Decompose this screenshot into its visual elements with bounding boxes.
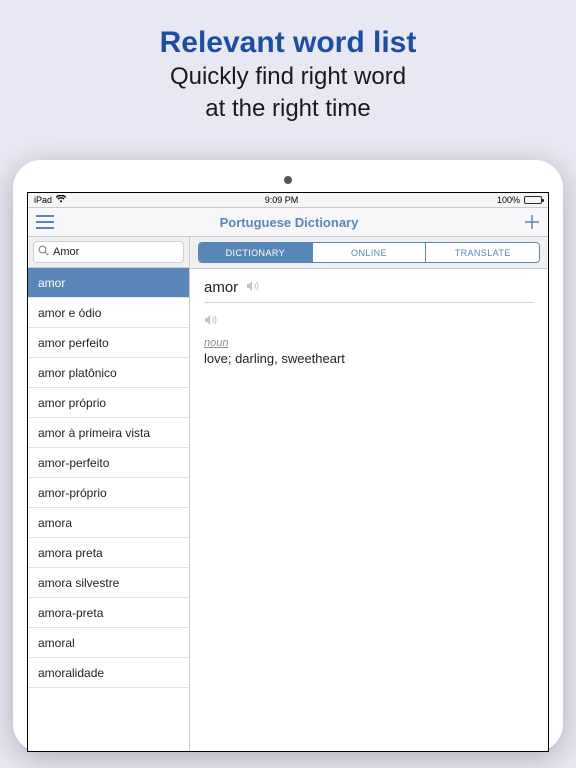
word-list[interactable]: amoramor e ódioamor perfeitoamor platôni… <box>28 268 189 751</box>
speaker-icon[interactable] <box>246 279 260 296</box>
headword: amor <box>204 279 238 296</box>
wifi-icon <box>56 195 66 205</box>
navbar: Portuguese Dictionary <box>28 207 548 237</box>
main-panel: DICTIONARY ONLINE TRANSLATE amor <box>190 237 548 751</box>
tab-online[interactable]: ONLINE <box>312 243 426 262</box>
promo-subtitle-1: Quickly find right word <box>0 62 576 92</box>
definition-panel: amor noun love; darling, sweetheart <box>190 269 548 376</box>
list-item[interactable]: amor-perfeito <box>28 448 189 478</box>
list-item[interactable]: amora-preta <box>28 598 189 628</box>
speaker-icon-secondary[interactable] <box>204 313 218 330</box>
app-title: Portuguese Dictionary <box>220 215 359 230</box>
battery-icon <box>524 196 542 204</box>
tab-translate[interactable]: TRANSLATE <box>425 243 539 262</box>
promo-subtitle-2: at the right time <box>0 94 576 124</box>
search-icon <box>38 245 49 259</box>
list-item[interactable]: amora silvestre <box>28 568 189 598</box>
list-item[interactable]: amora <box>28 508 189 538</box>
screen: iPad 9:09 PM 100% Portuguese Dictionary <box>27 192 549 752</box>
segmented-control[interactable]: DICTIONARY ONLINE TRANSLATE <box>198 242 540 263</box>
search-input[interactable] <box>53 246 195 258</box>
list-item[interactable]: amor perfeito <box>28 328 189 358</box>
list-item[interactable]: amoralidade <box>28 658 189 688</box>
list-item[interactable]: amoral <box>28 628 189 658</box>
tab-dictionary[interactable]: DICTIONARY <box>199 243 312 262</box>
list-item[interactable]: amor e ódio <box>28 298 189 328</box>
promo-title: Relevant word list <box>0 26 576 60</box>
list-item[interactable]: amor à primeira vista <box>28 418 189 448</box>
ipad-camera <box>284 176 292 184</box>
list-item[interactable]: amor-próprio <box>28 478 189 508</box>
list-item[interactable]: amora preta <box>28 538 189 568</box>
list-item[interactable]: amor <box>28 268 189 298</box>
definition-text: love; darling, sweetheart <box>204 351 534 366</box>
carrier-label: iPad <box>34 195 52 205</box>
search-bar <box>28 237 189 268</box>
part-of-speech: noun <box>204 337 534 349</box>
menu-icon[interactable] <box>36 215 54 229</box>
battery-percent: 100% <box>497 195 520 205</box>
search-field[interactable] <box>33 241 184 263</box>
status-bar: iPad 9:09 PM 100% <box>28 193 548 207</box>
add-icon[interactable] <box>524 214 540 230</box>
list-item[interactable]: amor próprio <box>28 388 189 418</box>
clock: 9:09 PM <box>265 195 299 205</box>
divider <box>204 302 534 303</box>
sidebar: amoramor e ódioamor perfeitoamor platôni… <box>28 237 190 751</box>
list-item[interactable]: amor platônico <box>28 358 189 388</box>
ipad-frame: iPad 9:09 PM 100% Portuguese Dictionary <box>13 160 563 752</box>
